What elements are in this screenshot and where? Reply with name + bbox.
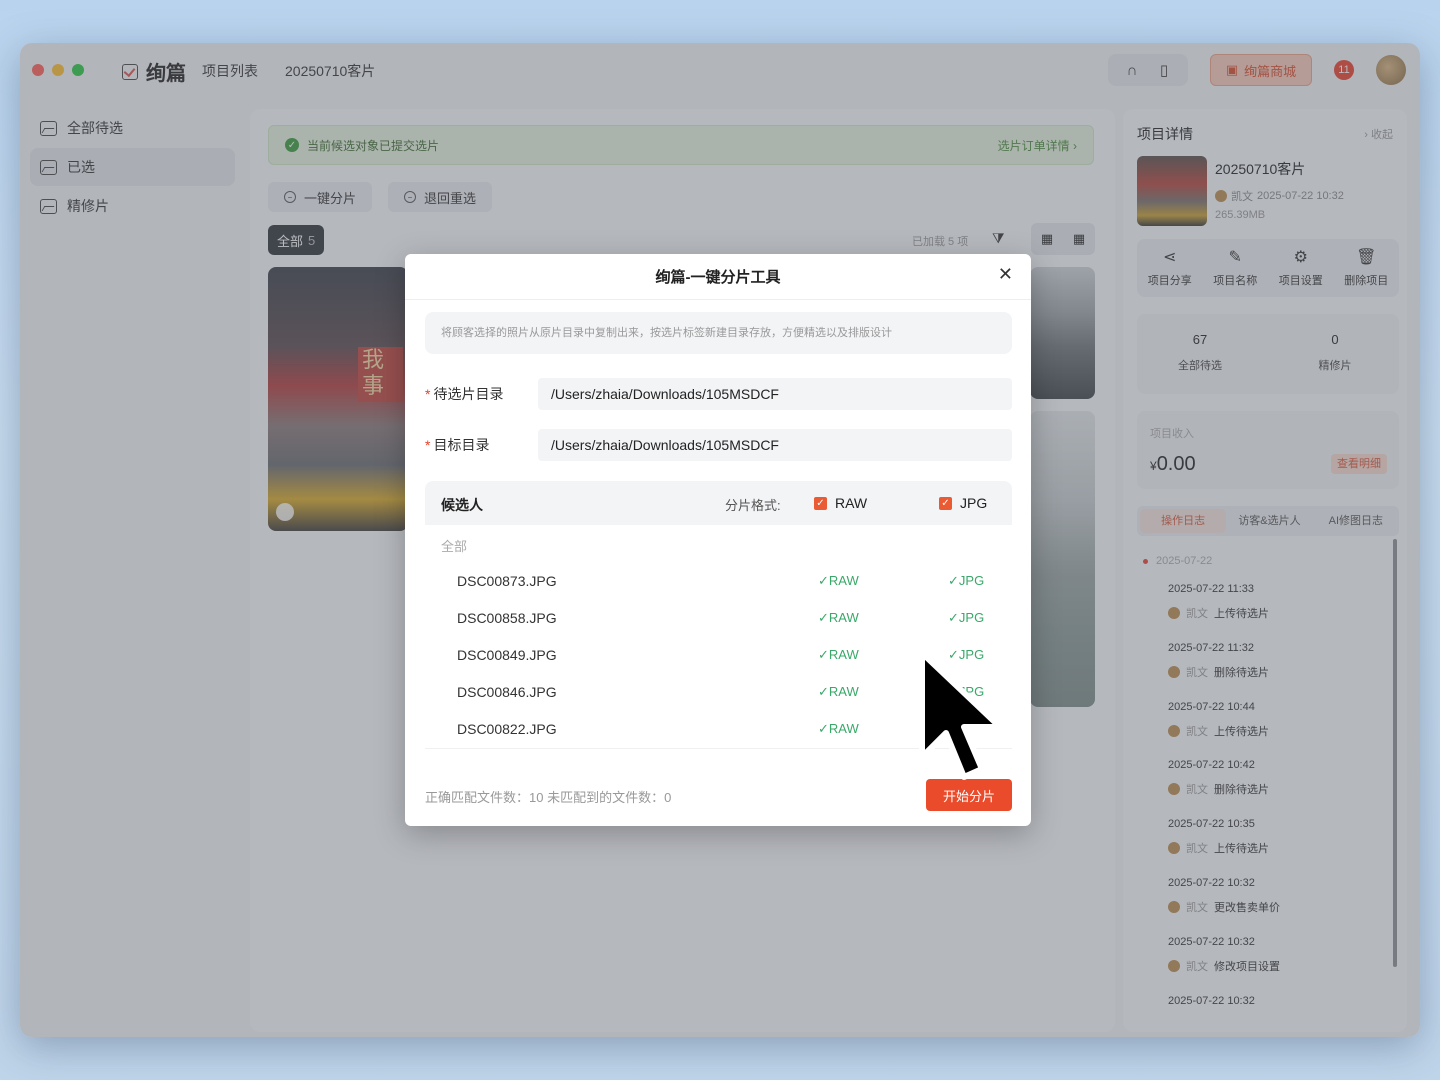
candidate-list-header: 候选人 分片格式: ✓ RAW ✓ JPG — [425, 481, 1012, 525]
checkbox-label: JPG — [960, 495, 988, 511]
checkbox-checked-icon: ✓ — [939, 496, 952, 510]
raw-status: ✓RAW — [818, 573, 859, 588]
jpg-format-checkbox[interactable]: ✓ JPG — [939, 495, 987, 511]
file-name: DSC00822.JPG — [457, 721, 557, 737]
format-label: 分片格式: — [725, 498, 781, 513]
jpg-status: ✓JPG — [948, 573, 985, 588]
checkbox-checked-icon: ✓ — [814, 496, 827, 510]
file-name: DSC00849.JPG — [457, 647, 557, 663]
raw-status: ✓RAW — [818, 684, 859, 699]
dialog-description: 将顾客选择的照片从原片目录中复制出来，按选片标签新建目录存放，方便精选以及排版设… — [425, 312, 1012, 354]
raw-status: ✓RAW — [818, 610, 859, 625]
file-name: DSC00873.JPG — [457, 573, 557, 589]
list-item: DSC00858.JPG ✓RAW ✓JPG — [425, 600, 1012, 637]
raw-status: ✓RAW — [818, 721, 859, 736]
mouse-cursor-icon — [919, 650, 1003, 780]
source-dir-input[interactable] — [538, 378, 1012, 410]
raw-format-checkbox[interactable]: ✓ RAW — [814, 495, 867, 511]
raw-status: ✓RAW — [818, 647, 859, 662]
source-dir-row: * 待选片目录 — [425, 378, 1012, 410]
divider — [405, 299, 1031, 300]
target-dir-input[interactable] — [538, 429, 1012, 461]
checkbox-label: RAW — [835, 495, 868, 511]
target-dir-label: * 目标目录 — [425, 437, 490, 453]
jpg-status: ✓JPG — [948, 610, 985, 625]
dialog-title: 绚篇-一键分片工具 — [655, 269, 781, 286]
group-label: 全部 — [441, 539, 468, 554]
file-name: DSC00858.JPG — [457, 610, 557, 626]
close-icon[interactable]: ✕ — [998, 264, 1013, 285]
source-dir-label: * 待选片目录 — [425, 386, 504, 402]
file-name: DSC00846.JPG — [457, 684, 557, 700]
match-summary: 正确匹配文件数：10 未匹配到的文件数：0 — [425, 790, 672, 805]
target-dir-row: * 目标目录 — [425, 429, 1012, 461]
list-title: 候选人 — [441, 497, 483, 513]
list-item: DSC00873.JPG ✓RAW ✓JPG — [425, 563, 1012, 600]
